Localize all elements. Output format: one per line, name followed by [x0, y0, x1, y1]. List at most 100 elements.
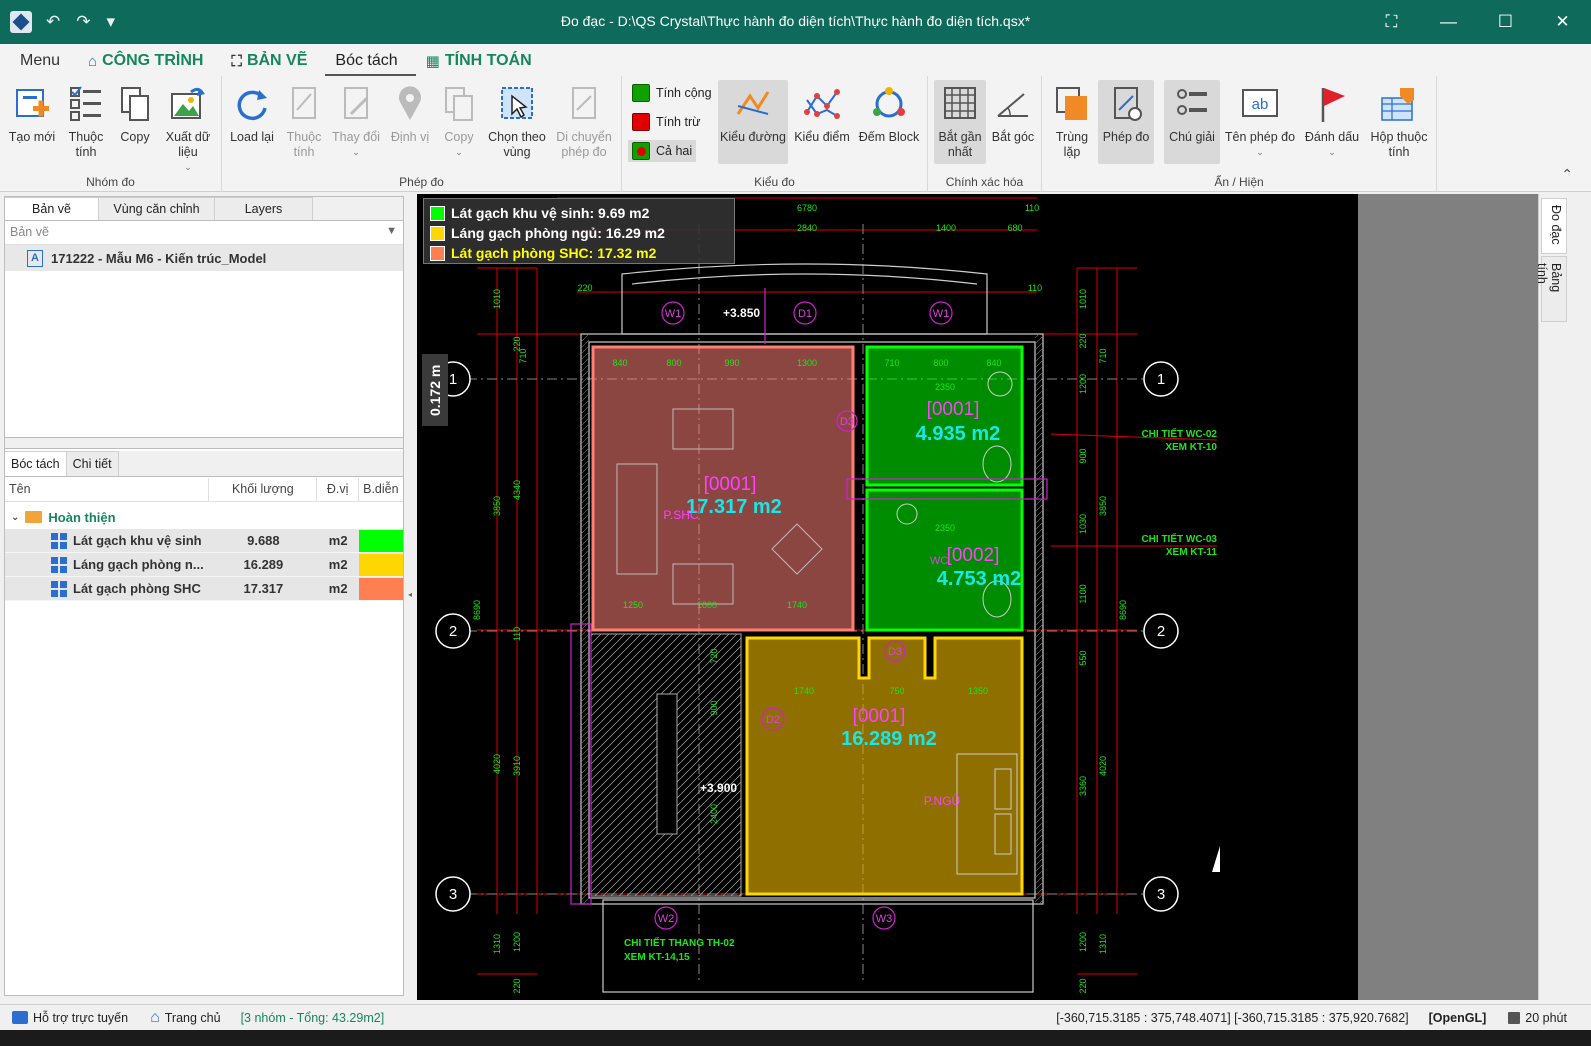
- panel-splitter[interactable]: ◂: [406, 194, 416, 1000]
- thuoc-tinh-phep-do-button[interactable]: Thuộc tính: [280, 80, 328, 160]
- ho-tro-link[interactable]: Hỗ trợ trực tuyến: [12, 1011, 128, 1025]
- dim-text: 720: [709, 648, 719, 663]
- item-name: Láng gạch phòng n...: [73, 557, 204, 572]
- kieu-diem-button[interactable]: Kiểu điểm: [792, 80, 852, 145]
- point-style-icon: [802, 82, 842, 126]
- thay-doi-button[interactable]: Thay đổi ⌄: [330, 80, 382, 160]
- table-row[interactable]: Lát gạch khu vệ sinh 9.688 m2: [5, 529, 403, 553]
- export-image-icon: [168, 82, 208, 126]
- chevron-down-icon: ⌄: [352, 147, 360, 157]
- dim-text: 1300: [797, 358, 817, 368]
- copy-nhom-button[interactable]: Copy: [112, 80, 158, 145]
- copy-phep-do-button[interactable]: Copy ⌄: [436, 80, 482, 160]
- collapse-left-icon[interactable]: ◂: [408, 590, 412, 599]
- dim-text: 6780: [797, 203, 817, 213]
- panel-divider[interactable]: [5, 437, 403, 449]
- item-color-swatch[interactable]: [359, 577, 403, 600]
- thuoc-tinh-nhom-button[interactable]: Thuộc tính: [62, 80, 110, 160]
- tab-ban-ve[interactable]: ⛶ BẢN VẼ: [221, 52, 325, 76]
- tag-label: D2: [766, 714, 780, 726]
- dim-text: 1010: [1078, 289, 1088, 309]
- thay-doi-label: Thay đổi: [332, 130, 380, 144]
- tab-layers[interactable]: Layers: [215, 197, 313, 220]
- drawing-canvas[interactable]: 1 2 3 1 2 3 W1 D1 W1 D3 D3 D2 W2 W3 WC […: [417, 194, 1358, 1000]
- item-color-swatch[interactable]: [359, 529, 403, 552]
- autosave-indicator[interactable]: 20 phút: [1508, 1011, 1567, 1025]
- di-chuyen-phep-do-button[interactable]: Di chuyển phép đo: [552, 80, 616, 160]
- dim-text: 8690: [472, 600, 482, 620]
- dim-text: 680: [1007, 223, 1022, 233]
- close-button[interactable]: ✕: [1534, 0, 1591, 44]
- drawing-filter-row[interactable]: Bản vẽ ▼: [5, 221, 403, 245]
- fullscreen-icon[interactable]: ⛶: [1363, 0, 1420, 44]
- bat-gan-nhat-button[interactable]: Bắt gần nhất: [934, 80, 986, 164]
- load-lai-button[interactable]: Load lại: [228, 80, 276, 145]
- tinh-tru-button[interactable]: Tính trừ: [628, 111, 705, 133]
- column-bieu-dien[interactable]: B.diễn: [359, 478, 403, 501]
- bat-goc-button[interactable]: Bắt góc: [988, 80, 1038, 145]
- item-color-swatch[interactable]: [359, 553, 403, 576]
- home-icon: ⌂: [150, 1008, 160, 1026]
- expand-chevron-icon[interactable]: ⌄: [11, 512, 19, 523]
- minimize-button[interactable]: —: [1420, 0, 1477, 44]
- collapse-ribbon-icon[interactable]: ⌃: [1561, 166, 1573, 183]
- tab-boc-tach-panel[interactable]: Bóc tách: [5, 451, 67, 476]
- tab-cong-trinh[interactable]: ⌂ CÔNG TRÌNH: [78, 52, 221, 76]
- tab-tinh-toan[interactable]: ▦ TÍNH TOÁN: [416, 52, 550, 76]
- tab-vung-can-chinh[interactable]: Vùng căn chỉnh: [99, 197, 215, 220]
- dinh-vi-button[interactable]: Định vị: [386, 80, 434, 145]
- tag-label: WC: [930, 555, 948, 567]
- dim-text: 710: [518, 348, 528, 363]
- tao-moi-button[interactable]: Tạo mới: [6, 80, 58, 145]
- redo-icon[interactable]: ↷: [76, 12, 90, 32]
- table-row[interactable]: Láng gạch phòng n... 16.289 m2: [5, 553, 403, 577]
- chon-theo-vung-button[interactable]: Chọn theo vùng: [486, 80, 548, 160]
- dem-block-label: Đếm Block: [858, 130, 920, 144]
- side-tab-do-dac[interactable]: Đo đạc: [1541, 198, 1567, 254]
- tab-chi-tiet[interactable]: Chi tiết: [66, 451, 119, 476]
- dim-text: 710: [1098, 348, 1108, 363]
- level-label: +3.900: [700, 781, 737, 795]
- property-box-icon: [1379, 82, 1419, 126]
- hop-thuoc-tinh-button[interactable]: Hộp thuộc tính: [1366, 80, 1432, 160]
- taskbar-strip: [0, 1030, 1591, 1046]
- column-khoi-luong[interactable]: Khối lượng: [209, 478, 318, 501]
- kieu-duong-label: Kiểu đường: [720, 130, 786, 144]
- tag-label: W1: [665, 308, 682, 320]
- customize-quick-access-icon[interactable]: ▾: [107, 12, 116, 32]
- column-ten[interactable]: Tên: [5, 478, 210, 501]
- ten-phep-do-button[interactable]: ab Tên phép đo ⌄: [1222, 80, 1298, 160]
- column-don-vi[interactable]: Đ.vị: [317, 478, 360, 501]
- xuat-du-lieu-button[interactable]: Xuất dữ liệu ⌄: [160, 80, 216, 175]
- drawing-file-icon: A: [27, 249, 43, 267]
- drawing-list-item[interactable]: A 171222 - Mẫu M6 - Kiến trúc_Model: [5, 245, 403, 271]
- tinh-cong-button[interactable]: Tính cộng: [628, 82, 716, 104]
- item-name: Lát gạch phòng SHC: [73, 581, 201, 596]
- tab-boc-tach[interactable]: Bóc tách: [325, 52, 416, 76]
- trang-chu-link[interactable]: ⌂ Trang chủ: [150, 1009, 221, 1027]
- trung-lap-button[interactable]: Trùng lặp: [1048, 80, 1096, 160]
- tab-menu[interactable]: Menu: [10, 52, 78, 76]
- undo-icon[interactable]: ↶: [46, 12, 60, 32]
- chu-giai-button[interactable]: Chú giải: [1164, 80, 1220, 164]
- note-text: XEM KT-10: [1165, 442, 1217, 453]
- filter-icon[interactable]: ▼: [386, 225, 397, 237]
- kieu-duong-button[interactable]: Kiểu đường: [718, 80, 788, 164]
- danh-dau-button[interactable]: Đánh dấu ⌄: [1302, 80, 1362, 160]
- dim-text: 710: [884, 358, 899, 368]
- dim-text: 1030: [1078, 514, 1088, 534]
- tree-group-hoan-thien[interactable]: ⌄ Hoàn thiện: [5, 505, 403, 529]
- ca-hai-button[interactable]: Cả hai: [628, 140, 697, 162]
- table-row[interactable]: Lát gạch phòng SHC 17.317 m2: [5, 577, 403, 601]
- area-value-wc2: 4.753 m2: [937, 568, 1022, 590]
- side-tab-bang-tinh[interactable]: Bảng tính: [1535, 256, 1567, 322]
- app-logo-icon[interactable]: [10, 11, 32, 33]
- chevron-down-icon: ⌄: [184, 162, 192, 172]
- maximize-button[interactable]: ☐: [1477, 0, 1534, 44]
- floor-plan[interactable]: 1 2 3 1 2 3 W1 D1 W1 D3 D3 D2 W2 W3 WC […: [417, 194, 1358, 1000]
- legend-swatch: [430, 205, 445, 221]
- legend-box[interactable]: Lát gạch khu vệ sinh: 9.69 m2 Láng gạch …: [423, 198, 735, 264]
- tab-ban-ve-panel[interactable]: Bản vẽ: [5, 197, 99, 220]
- dem-block-button[interactable]: Đếm Block: [856, 80, 922, 145]
- phep-do-toggle-button[interactable]: Phép đo: [1098, 80, 1154, 164]
